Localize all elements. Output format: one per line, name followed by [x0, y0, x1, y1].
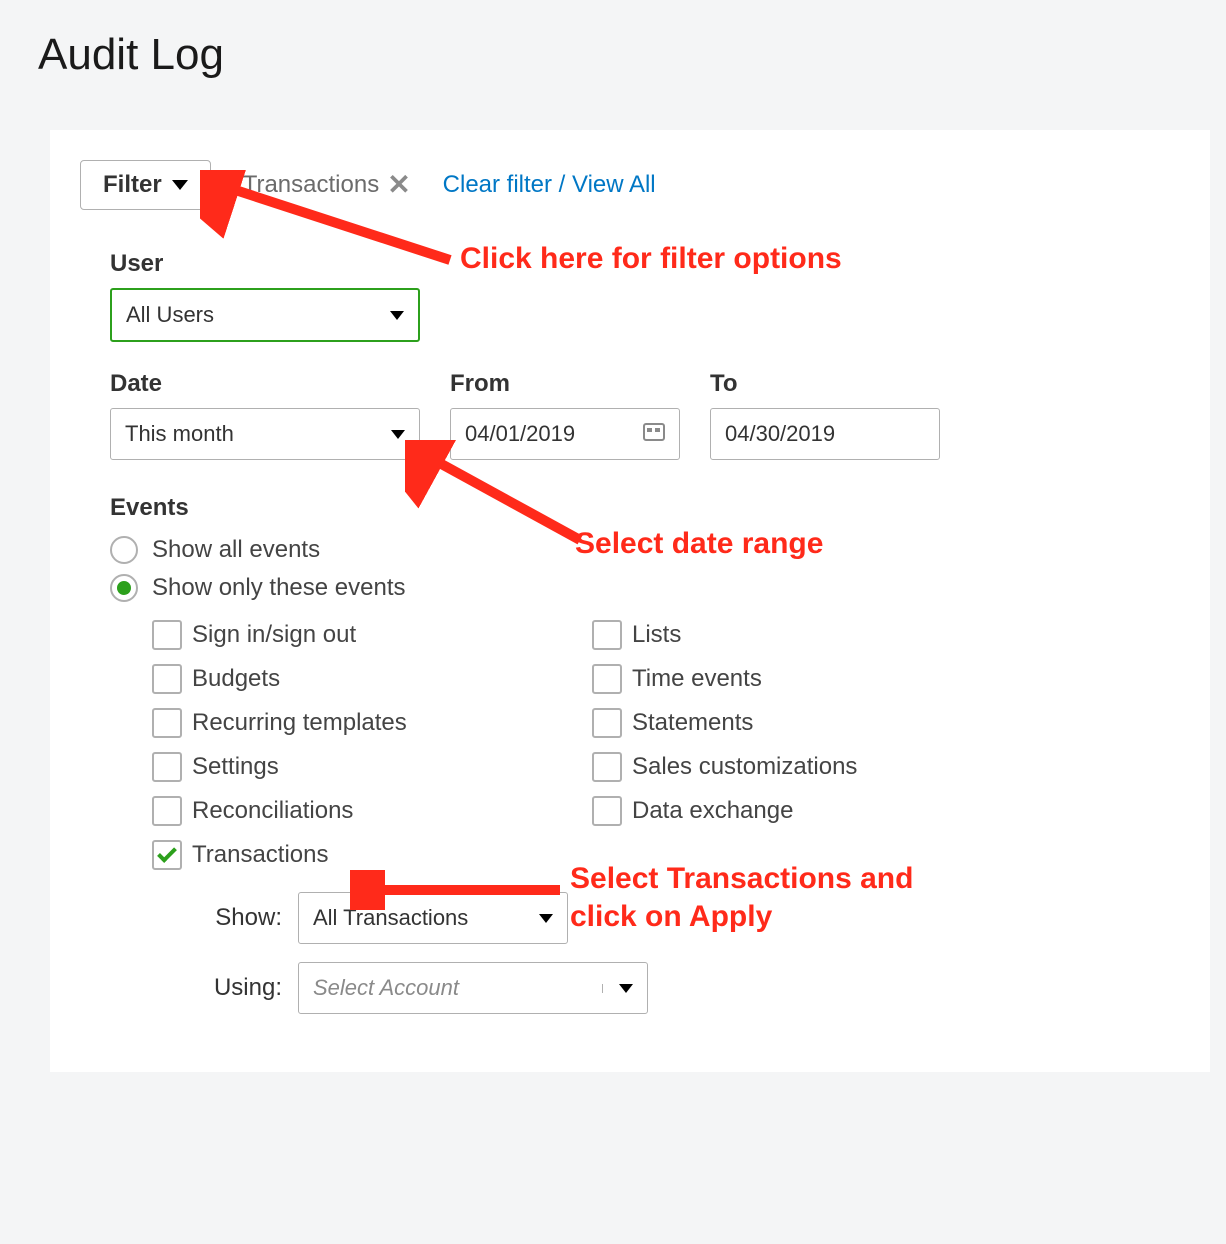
checkbox-settings[interactable]: Settings: [152, 752, 582, 782]
checkbox-reconciliations[interactable]: Reconciliations: [152, 796, 582, 826]
checkbox-label: Statements: [632, 709, 753, 737]
from-date-input[interactable]: 04/01/2019: [450, 408, 680, 460]
checkbox-budgets[interactable]: Budgets: [152, 664, 582, 694]
filter-button-label: Filter: [103, 171, 162, 199]
to-date-value: 04/30/2019: [725, 421, 835, 447]
date-range-value: This month: [125, 421, 234, 447]
date-range-select[interactable]: This month: [110, 408, 420, 460]
chip-label: Transactions: [243, 171, 380, 199]
checkbox-transactions[interactable]: Transactions: [152, 840, 582, 870]
event-checkbox-grid: Sign in/sign out Lists Budgets Time even…: [152, 620, 1180, 870]
checkbox-sign-in-out[interactable]: Sign in/sign out: [152, 620, 582, 650]
chevron-down-icon: [619, 984, 633, 993]
radio-label: Show only these events: [152, 574, 406, 602]
checkbox-icon: [152, 796, 182, 826]
user-select-value: All Users: [126, 302, 214, 328]
radio-label: Show all events: [152, 536, 320, 564]
show-select-value: All Transactions: [313, 905, 468, 931]
using-label: Using:: [202, 974, 282, 1002]
checkbox-label: Settings: [192, 753, 279, 781]
user-select[interactable]: All Users: [110, 288, 420, 342]
clear-filter-link[interactable]: Clear filter / View All: [443, 171, 656, 199]
checkbox-icon: [152, 620, 182, 650]
checkbox-data-exchange[interactable]: Data exchange: [592, 796, 1022, 826]
radio-icon: [110, 536, 138, 564]
using-select-placeholder: Select Account: [313, 975, 459, 1001]
chevron-down-icon: [172, 180, 188, 190]
checkbox-label: Recurring templates: [192, 709, 407, 737]
close-icon[interactable]: ✕: [387, 171, 410, 199]
checkbox-sales-customizations[interactable]: Sales customizations: [592, 752, 1022, 782]
checkbox-icon: [592, 708, 622, 738]
checkbox-label: Sign in/sign out: [192, 621, 356, 649]
calendar-icon: [643, 421, 665, 447]
radio-show-only[interactable]: Show only these events: [110, 574, 1180, 602]
show-select[interactable]: All Transactions: [298, 892, 568, 944]
checkbox-icon: [592, 752, 622, 782]
date-label: Date: [110, 370, 420, 398]
chevron-down-icon: [391, 430, 405, 439]
checkbox-lists[interactable]: Lists: [592, 620, 1022, 650]
checkbox-label: Lists: [632, 621, 681, 649]
checkbox-recurring-templates[interactable]: Recurring templates: [152, 708, 582, 738]
show-label: Show:: [202, 904, 282, 932]
events-heading: Events: [110, 494, 1180, 522]
chevron-down-icon: [539, 914, 553, 923]
checkbox-time-events[interactable]: Time events: [592, 664, 1022, 694]
to-label: To: [710, 370, 940, 398]
page-title: Audit Log: [0, 0, 1226, 80]
checkbox-statements[interactable]: Statements: [592, 708, 1022, 738]
toolbar: Filter Transactions ✕ Clear filter / Vie…: [80, 160, 1180, 210]
chevron-down-icon: [390, 311, 404, 320]
radio-icon: [110, 574, 138, 602]
checkbox-icon: [152, 664, 182, 694]
from-date-value: 04/01/2019: [465, 421, 575, 447]
from-label: From: [450, 370, 680, 398]
checkbox-icon: [152, 840, 182, 870]
to-date-input[interactable]: 04/30/2019: [710, 408, 940, 460]
checkbox-label: Data exchange: [632, 797, 793, 825]
checkbox-icon: [592, 664, 622, 694]
radio-show-all[interactable]: Show all events: [110, 536, 1180, 564]
using-select[interactable]: Select Account: [298, 962, 648, 1014]
checkbox-icon: [592, 796, 622, 826]
checkbox-label: Budgets: [192, 665, 280, 693]
active-filter-chip: Transactions ✕: [243, 171, 411, 199]
checkbox-icon: [152, 752, 182, 782]
user-label: User: [110, 250, 1180, 278]
checkbox-icon: [592, 620, 622, 650]
filter-button[interactable]: Filter: [80, 160, 211, 210]
checkbox-label: Time events: [632, 665, 762, 693]
checkbox-label: Transactions: [192, 841, 329, 869]
checkbox-label: Sales customizations: [632, 753, 857, 781]
checkbox-icon: [152, 708, 182, 738]
checkbox-label: Reconciliations: [192, 797, 353, 825]
filter-panel: Filter Transactions ✕ Clear filter / Vie…: [50, 130, 1210, 1072]
